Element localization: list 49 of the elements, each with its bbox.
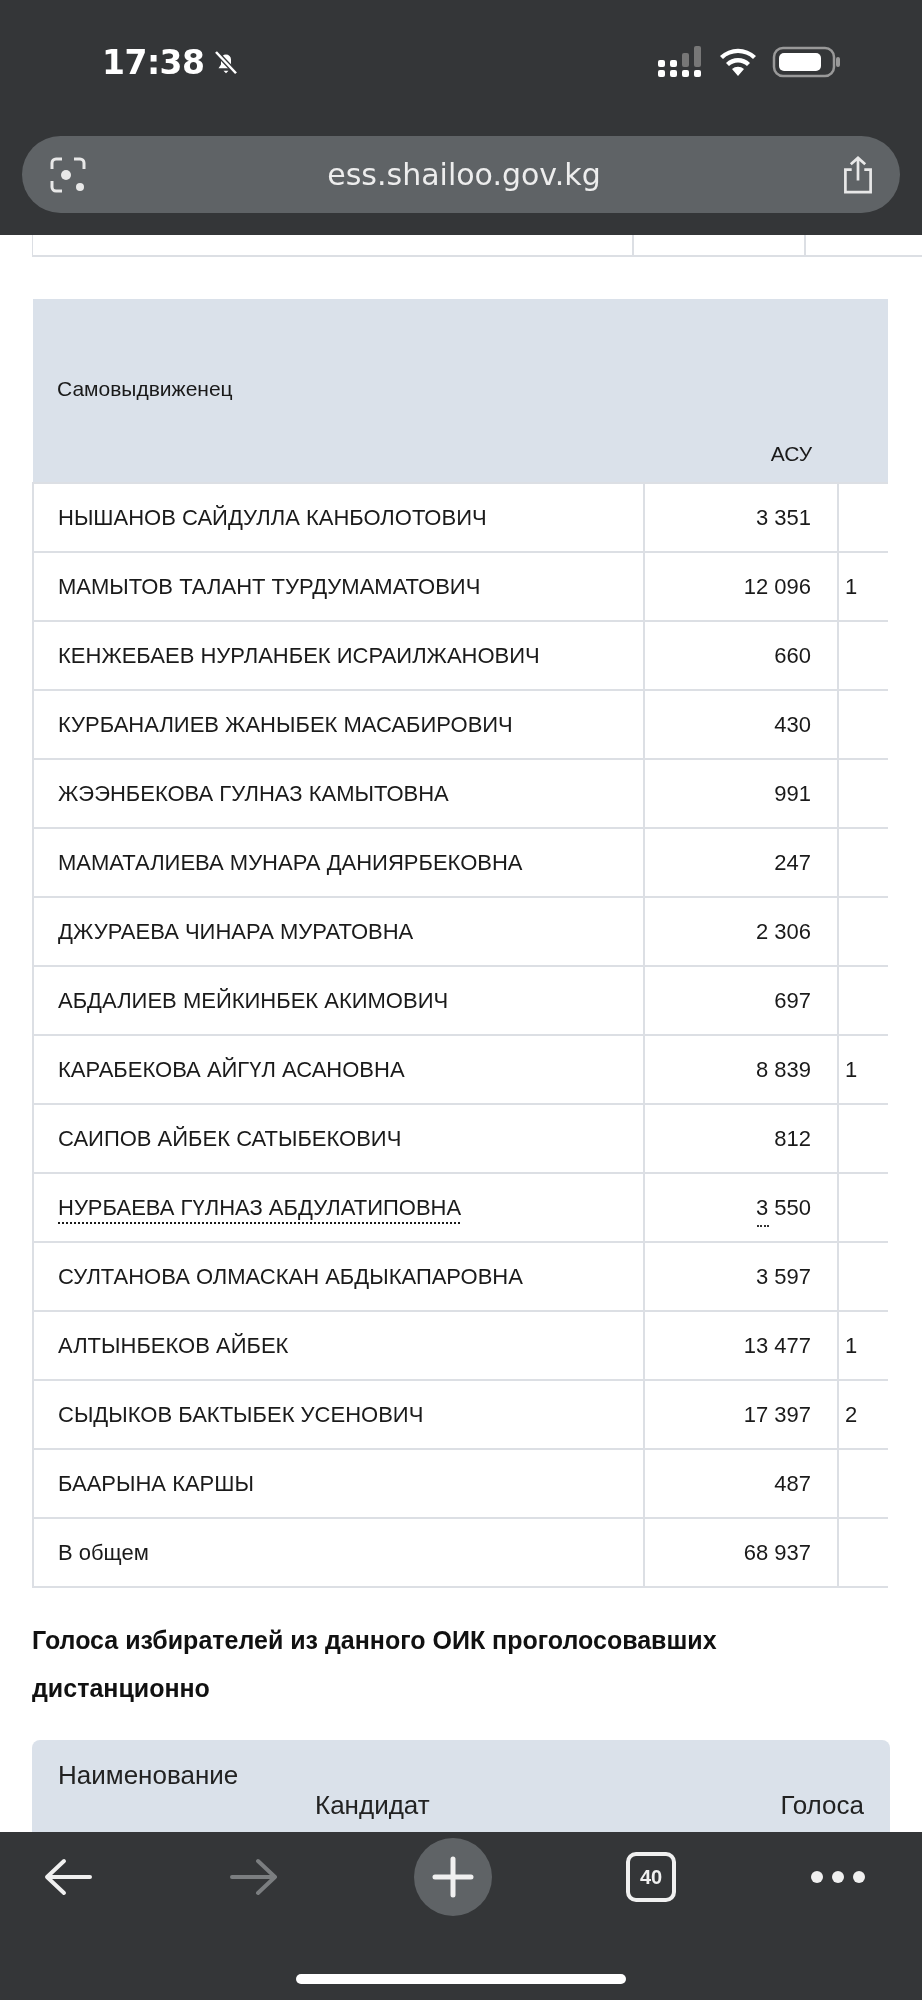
table-cell: НУРБАЕВА ГҮЛНАЗ АБДУЛАТИПОВНА bbox=[33, 1173, 644, 1242]
back-arrow-icon[interactable] bbox=[42, 1857, 94, 1897]
table-cell: КУРБАНАЛИЕВ ЖАНЫБЕК МАСАБИРОВИЧ bbox=[33, 690, 644, 759]
table-cell: САИПОВ АЙБЕК САТЫБЕКОВИЧ bbox=[33, 1104, 644, 1173]
column-header: Наименование bbox=[58, 1760, 239, 1791]
forward-arrow-icon[interactable] bbox=[228, 1857, 280, 1897]
table-cell: МАМАТАЛИЕВА МУНАРА ДАНИЯРБЕКОВНА bbox=[33, 828, 644, 897]
table-cell: ДЖУРАЕВА ЧИНАРА МУРАТОВНА bbox=[33, 897, 644, 966]
table-cell: АБДАЛИЕВ МЕЙКИНБЕК АКИМОВИЧ bbox=[33, 966, 644, 1035]
table-cell: 13 477 bbox=[644, 1311, 838, 1380]
table-cell: 660 bbox=[644, 621, 838, 690]
wifi-icon bbox=[718, 47, 758, 77]
table-cell: 3 351 bbox=[644, 483, 838, 552]
column-header: Кандидат bbox=[315, 1790, 430, 1821]
table-cell: 247 bbox=[644, 828, 838, 897]
table-cell: 991 bbox=[644, 759, 838, 828]
table-cell: 2 306 bbox=[644, 897, 838, 966]
table-cell: МАМЫТОВ ТАЛАНТ ТУРДУМАМАТОВИЧ bbox=[33, 552, 644, 621]
table-cell: СУЛТАНОВА ОЛМАСКАН АБДЫКАПАРОВНА bbox=[33, 1242, 644, 1311]
table-cell: 697 bbox=[644, 966, 838, 1035]
table-cell: ЖЭЭНБЕКОВА ГУЛНАЗ КАМЫТОВНА bbox=[33, 759, 644, 828]
table-cell: 17 397 bbox=[644, 1380, 838, 1449]
status-time: 17:38 bbox=[102, 42, 205, 82]
signal-icon bbox=[658, 46, 704, 78]
battery-icon bbox=[772, 45, 842, 79]
table-cell: 3 597 bbox=[644, 1242, 838, 1311]
table-cell: 487 bbox=[644, 1449, 838, 1518]
new-tab-button[interactable] bbox=[414, 1838, 492, 1916]
url-text: ess.shailoo.gov.kg bbox=[326, 157, 602, 192]
table-cell: В общем bbox=[33, 1518, 644, 1587]
table-cell: НЫШАНОВ САЙДУЛЛА КАНБОЛОТОВИЧ bbox=[33, 483, 644, 552]
table-cell: 8 839 bbox=[644, 1035, 838, 1104]
table-cell: СЫДЫКОВ БАКТЫБЕК УСЕНОВИЧ bbox=[33, 1380, 644, 1449]
table-cell: 430 bbox=[644, 690, 838, 759]
table-cell: КЕНЖЕБАЕВ НУРЛАНБЕК ИСРАИЛЖАНОВИЧ bbox=[33, 621, 644, 690]
table-cell: 812 bbox=[644, 1104, 838, 1173]
table-cell: 68 937 bbox=[644, 1518, 838, 1587]
table-cell: 3 550 bbox=[644, 1173, 838, 1242]
address-bar[interactable]: ess.shailoo.gov.kg bbox=[22, 136, 900, 213]
column-header: Самовыдвиженец bbox=[57, 377, 233, 401]
tab-count-button[interactable]: 40 bbox=[626, 1852, 676, 1902]
column-header: Голоса bbox=[780, 1790, 864, 1821]
table-cell: АЛТЫНБЕКОВ АЙБЕК bbox=[33, 1311, 644, 1380]
more-icon[interactable] bbox=[810, 1870, 866, 1884]
section-heading: Голоса избирателей из данного ОИК проголосовавших дистанционно bbox=[32, 1625, 718, 1704]
table-cell: 12 096 bbox=[644, 552, 838, 621]
column-header: АСУ bbox=[770, 442, 812, 466]
table-cell: КАРАБЕКОВА АЙГҮЛ АСАНОВНА bbox=[33, 1035, 644, 1104]
table-cell: БААРЫНА КАРШЫ bbox=[33, 1449, 644, 1518]
